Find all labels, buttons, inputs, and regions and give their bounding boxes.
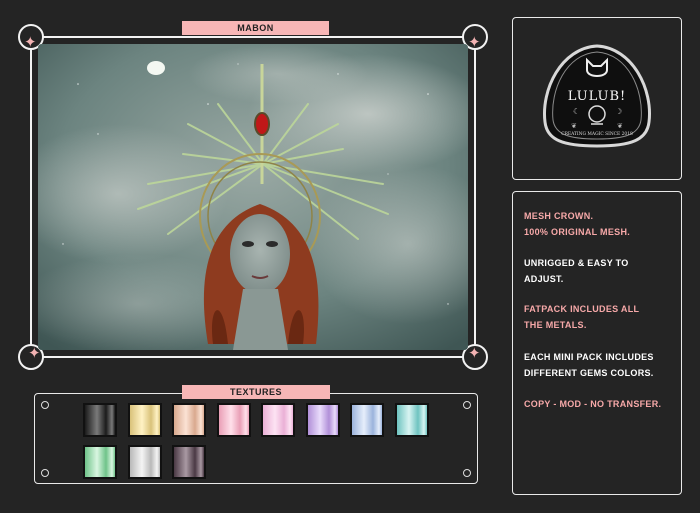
texture-swatch-mauve[interactable] [172, 445, 206, 479]
textures-title: TEXTURES [182, 385, 330, 399]
screw-icon [41, 401, 49, 409]
product-description-panel: MESH CROWN. 100% ORIGINAL MESH. UNRIGGED &… [512, 191, 682, 495]
brand-logo-panel: ☾ ☽ ❦ ❦ LULUB! CREATING MAGIC SINCE 2018 [512, 17, 682, 180]
product-title: MABON [182, 21, 329, 35]
description-line: DIFFERENT GEMS COLORS. [524, 368, 654, 378]
texture-swatch-blue[interactable] [350, 403, 384, 437]
screw-icon [463, 401, 471, 409]
logo-tagline-text: CREATING MAGIC SINCE 2018 [561, 132, 633, 137]
svg-text:☽: ☽ [615, 107, 622, 116]
texture-swatch-light-pink[interactable] [261, 403, 295, 437]
texture-swatch-black[interactable] [83, 403, 117, 437]
product-image-frame [18, 24, 488, 370]
texture-swatch-green[interactable] [83, 445, 117, 479]
svg-text:☾: ☾ [573, 107, 580, 116]
sparkle-icon: ✦ [28, 344, 41, 362]
description-line: COPY - MOD - NO TRANSFER. [524, 399, 662, 409]
description-line: EACH MINI PACK INCLUDES [524, 352, 654, 362]
texture-swatch-silver[interactable] [127, 445, 162, 479]
screw-icon [41, 469, 49, 477]
texture-swatch-teal[interactable] [394, 403, 429, 437]
sparkle-icon: ✦ [24, 33, 37, 51]
sparkle-icon: ✦ [468, 33, 481, 51]
svg-text:❦: ❦ [571, 122, 577, 130]
description-line: 100% ORIGINAL MESH. [524, 227, 631, 237]
svg-text:❦: ❦ [617, 122, 623, 130]
product-photo [38, 44, 468, 350]
brand-logo: ☾ ☽ ❦ ❦ LULUB! CREATING MAGIC SINCE 2018 [543, 44, 651, 148]
screw-icon [463, 469, 471, 477]
description-line: FATPACK INCLUDES ALL [524, 304, 640, 314]
texture-swatch-pink[interactable] [216, 403, 251, 437]
description-line: MESH CROWN. [524, 211, 594, 221]
description-line: ADJUST. [524, 274, 564, 284]
description-line: THE METALS. [524, 320, 587, 330]
texture-swatch-lavender[interactable] [305, 403, 340, 437]
texture-swatch-rose-gold[interactable] [172, 403, 206, 437]
description-line: UNRIGGED & EASY TO [524, 258, 629, 268]
logo-brand-text: LULUB! [568, 89, 627, 104]
texture-swatch-gold[interactable] [127, 403, 162, 437]
sparkle-icon: ✦ [468, 344, 481, 362]
